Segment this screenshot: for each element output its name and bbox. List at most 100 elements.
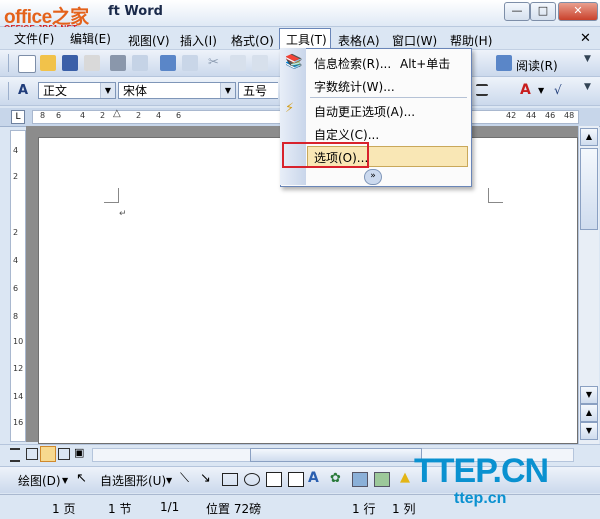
picture-icon[interactable]: [374, 472, 390, 487]
site-logo: office之家 OFFICE.JB51.NET: [4, 2, 89, 33]
menu-window[interactable]: 窗口(W): [392, 32, 437, 49]
menu-insert[interactable]: 插入(I): [180, 32, 217, 49]
expand-menu-icon[interactable]: »: [364, 169, 382, 185]
status-position: 位置 72磅: [206, 502, 262, 516]
print-icon[interactable]: [110, 55, 126, 71]
margin-corner-left: [104, 188, 119, 203]
line-icon[interactable]: ⟍: [180, 471, 189, 486]
list-icon[interactable]: [476, 84, 488, 96]
status-bar: [0, 494, 600, 519]
status-section: 1 节: [108, 502, 132, 516]
ruler-number: 14: [13, 392, 24, 401]
previous-page-icon[interactable]: ▲: [580, 404, 598, 422]
ruler-number: 6: [176, 111, 182, 120]
menu-help[interactable]: 帮助(H): [450, 32, 492, 49]
menu-view[interactable]: 视图(V): [128, 32, 170, 49]
menu-file[interactable]: 文件(F): [14, 30, 54, 47]
spelling-icon[interactable]: [160, 55, 176, 71]
chevron-down-icon[interactable]: ▼: [166, 476, 172, 485]
research-icon[interactable]: [182, 55, 198, 71]
chevron-down-icon: ▼: [100, 83, 115, 98]
window-title: ft Word: [108, 4, 163, 19]
arrow-icon[interactable]: ↘: [200, 471, 211, 486]
wordart-icon[interactable]: A: [308, 470, 319, 486]
menu-format[interactable]: 格式(O): [231, 32, 274, 49]
autoshapes-menu[interactable]: 自选图形(U): [100, 472, 166, 489]
toolbar-grip: [8, 82, 9, 100]
scroll-up-icon[interactable]: ▲: [580, 128, 598, 146]
maximize-button[interactable]: □: [530, 2, 556, 21]
size-select[interactable]: 五号: [238, 82, 278, 99]
rectangle-icon[interactable]: [222, 473, 238, 486]
print-preview-icon[interactable]: [132, 55, 148, 71]
ruler-number: 12: [13, 364, 24, 373]
doc-close-icon[interactable]: ✕: [580, 31, 591, 46]
ruler-number: 2: [136, 111, 142, 120]
draw-menu[interactable]: 绘图(D): [18, 472, 61, 489]
ruler-number: 8: [13, 312, 19, 321]
menu-tools-label: 工具(T): [286, 33, 327, 47]
textbox-icon[interactable]: [266, 472, 282, 487]
research-icon: 📚: [285, 54, 303, 70]
menu-item-research[interactable]: 信息检索(R)...: [314, 55, 391, 72]
diagram-icon[interactable]: ✿: [330, 471, 341, 486]
equation-icon[interactable]: √: [554, 82, 570, 98]
text-cursor: ↵: [119, 209, 127, 219]
ruler-number: 8: [40, 111, 46, 120]
permission-icon[interactable]: [84, 55, 100, 71]
indent-marker[interactable]: △: [113, 108, 121, 119]
chevron-down-icon[interactable]: ▼: [538, 86, 544, 95]
style-value: 正文: [43, 84, 68, 98]
open-folder-icon[interactable]: [40, 55, 56, 71]
toolbar-grip: [8, 54, 9, 72]
menu-item-word-count[interactable]: 字数统计(W)...: [314, 78, 395, 95]
minimize-button[interactable]: —: [504, 2, 530, 21]
lightning-icon: ⚡: [285, 101, 295, 116]
reading-view-icon[interactable]: ▣: [74, 446, 84, 459]
normal-view-icon[interactable]: [10, 448, 20, 462]
fill-color-icon[interactable]: ▲: [400, 470, 410, 485]
scroll-down-icon[interactable]: ▼: [580, 386, 598, 404]
tab-selector[interactable]: L: [11, 110, 25, 124]
style-select[interactable]: 正文 ▼: [38, 82, 116, 99]
chevron-down-icon[interactable]: ▼: [62, 476, 68, 485]
read-icon[interactable]: [496, 55, 512, 71]
new-doc-icon[interactable]: [18, 55, 36, 73]
copy-icon[interactable]: [230, 55, 246, 71]
print-layout-icon[interactable]: [40, 446, 56, 462]
web-view-icon[interactable]: [26, 448, 38, 460]
outline-view-icon[interactable]: [58, 448, 70, 460]
annotation-highlight: [282, 142, 369, 168]
menu-separator: [310, 97, 467, 98]
close-button[interactable]: ✕: [558, 2, 598, 21]
ruler-number: 42: [506, 111, 517, 120]
menu-item-customize[interactable]: 自定义(C)...: [314, 126, 379, 143]
cut-icon[interactable]: ✂: [208, 55, 224, 71]
toolbar-options-icon[interactable]: ▼: [584, 82, 591, 92]
toolbar-options-icon[interactable]: ▼: [584, 54, 591, 64]
margin-corner-right: [488, 188, 503, 203]
ruler-number: 48: [564, 111, 575, 120]
menu-edit[interactable]: 编辑(E): [70, 30, 111, 47]
menu-item-autocorrect[interactable]: 自动更正选项(A)...: [314, 103, 415, 120]
research-shortcut: Alt+单击: [400, 57, 451, 71]
menu-tools[interactable]: 工具(T): [279, 28, 331, 49]
ruler-number: 2: [100, 111, 106, 120]
save-icon[interactable]: [62, 55, 78, 71]
font-color-icon[interactable]: A: [520, 82, 536, 98]
scroll-thumb[interactable]: [580, 148, 598, 230]
select-objects-icon[interactable]: ↖: [76, 471, 87, 486]
hscroll-thumb[interactable]: [250, 448, 422, 462]
read-button[interactable]: 阅读(R): [516, 57, 558, 74]
status-page: 1 页: [52, 502, 76, 516]
styles-icon[interactable]: A: [18, 83, 34, 99]
menu-table[interactable]: 表格(A): [338, 32, 380, 49]
vertical-textbox-icon[interactable]: [288, 472, 304, 487]
next-page-icon[interactable]: ▼: [580, 422, 598, 440]
ruler-number: 46: [545, 111, 556, 120]
paste-icon[interactable]: [252, 55, 268, 71]
clipart-icon[interactable]: [352, 472, 368, 487]
status-column: 1 列: [392, 502, 416, 516]
font-select[interactable]: 宋体 ▼: [118, 82, 236, 99]
oval-icon[interactable]: [244, 473, 260, 486]
